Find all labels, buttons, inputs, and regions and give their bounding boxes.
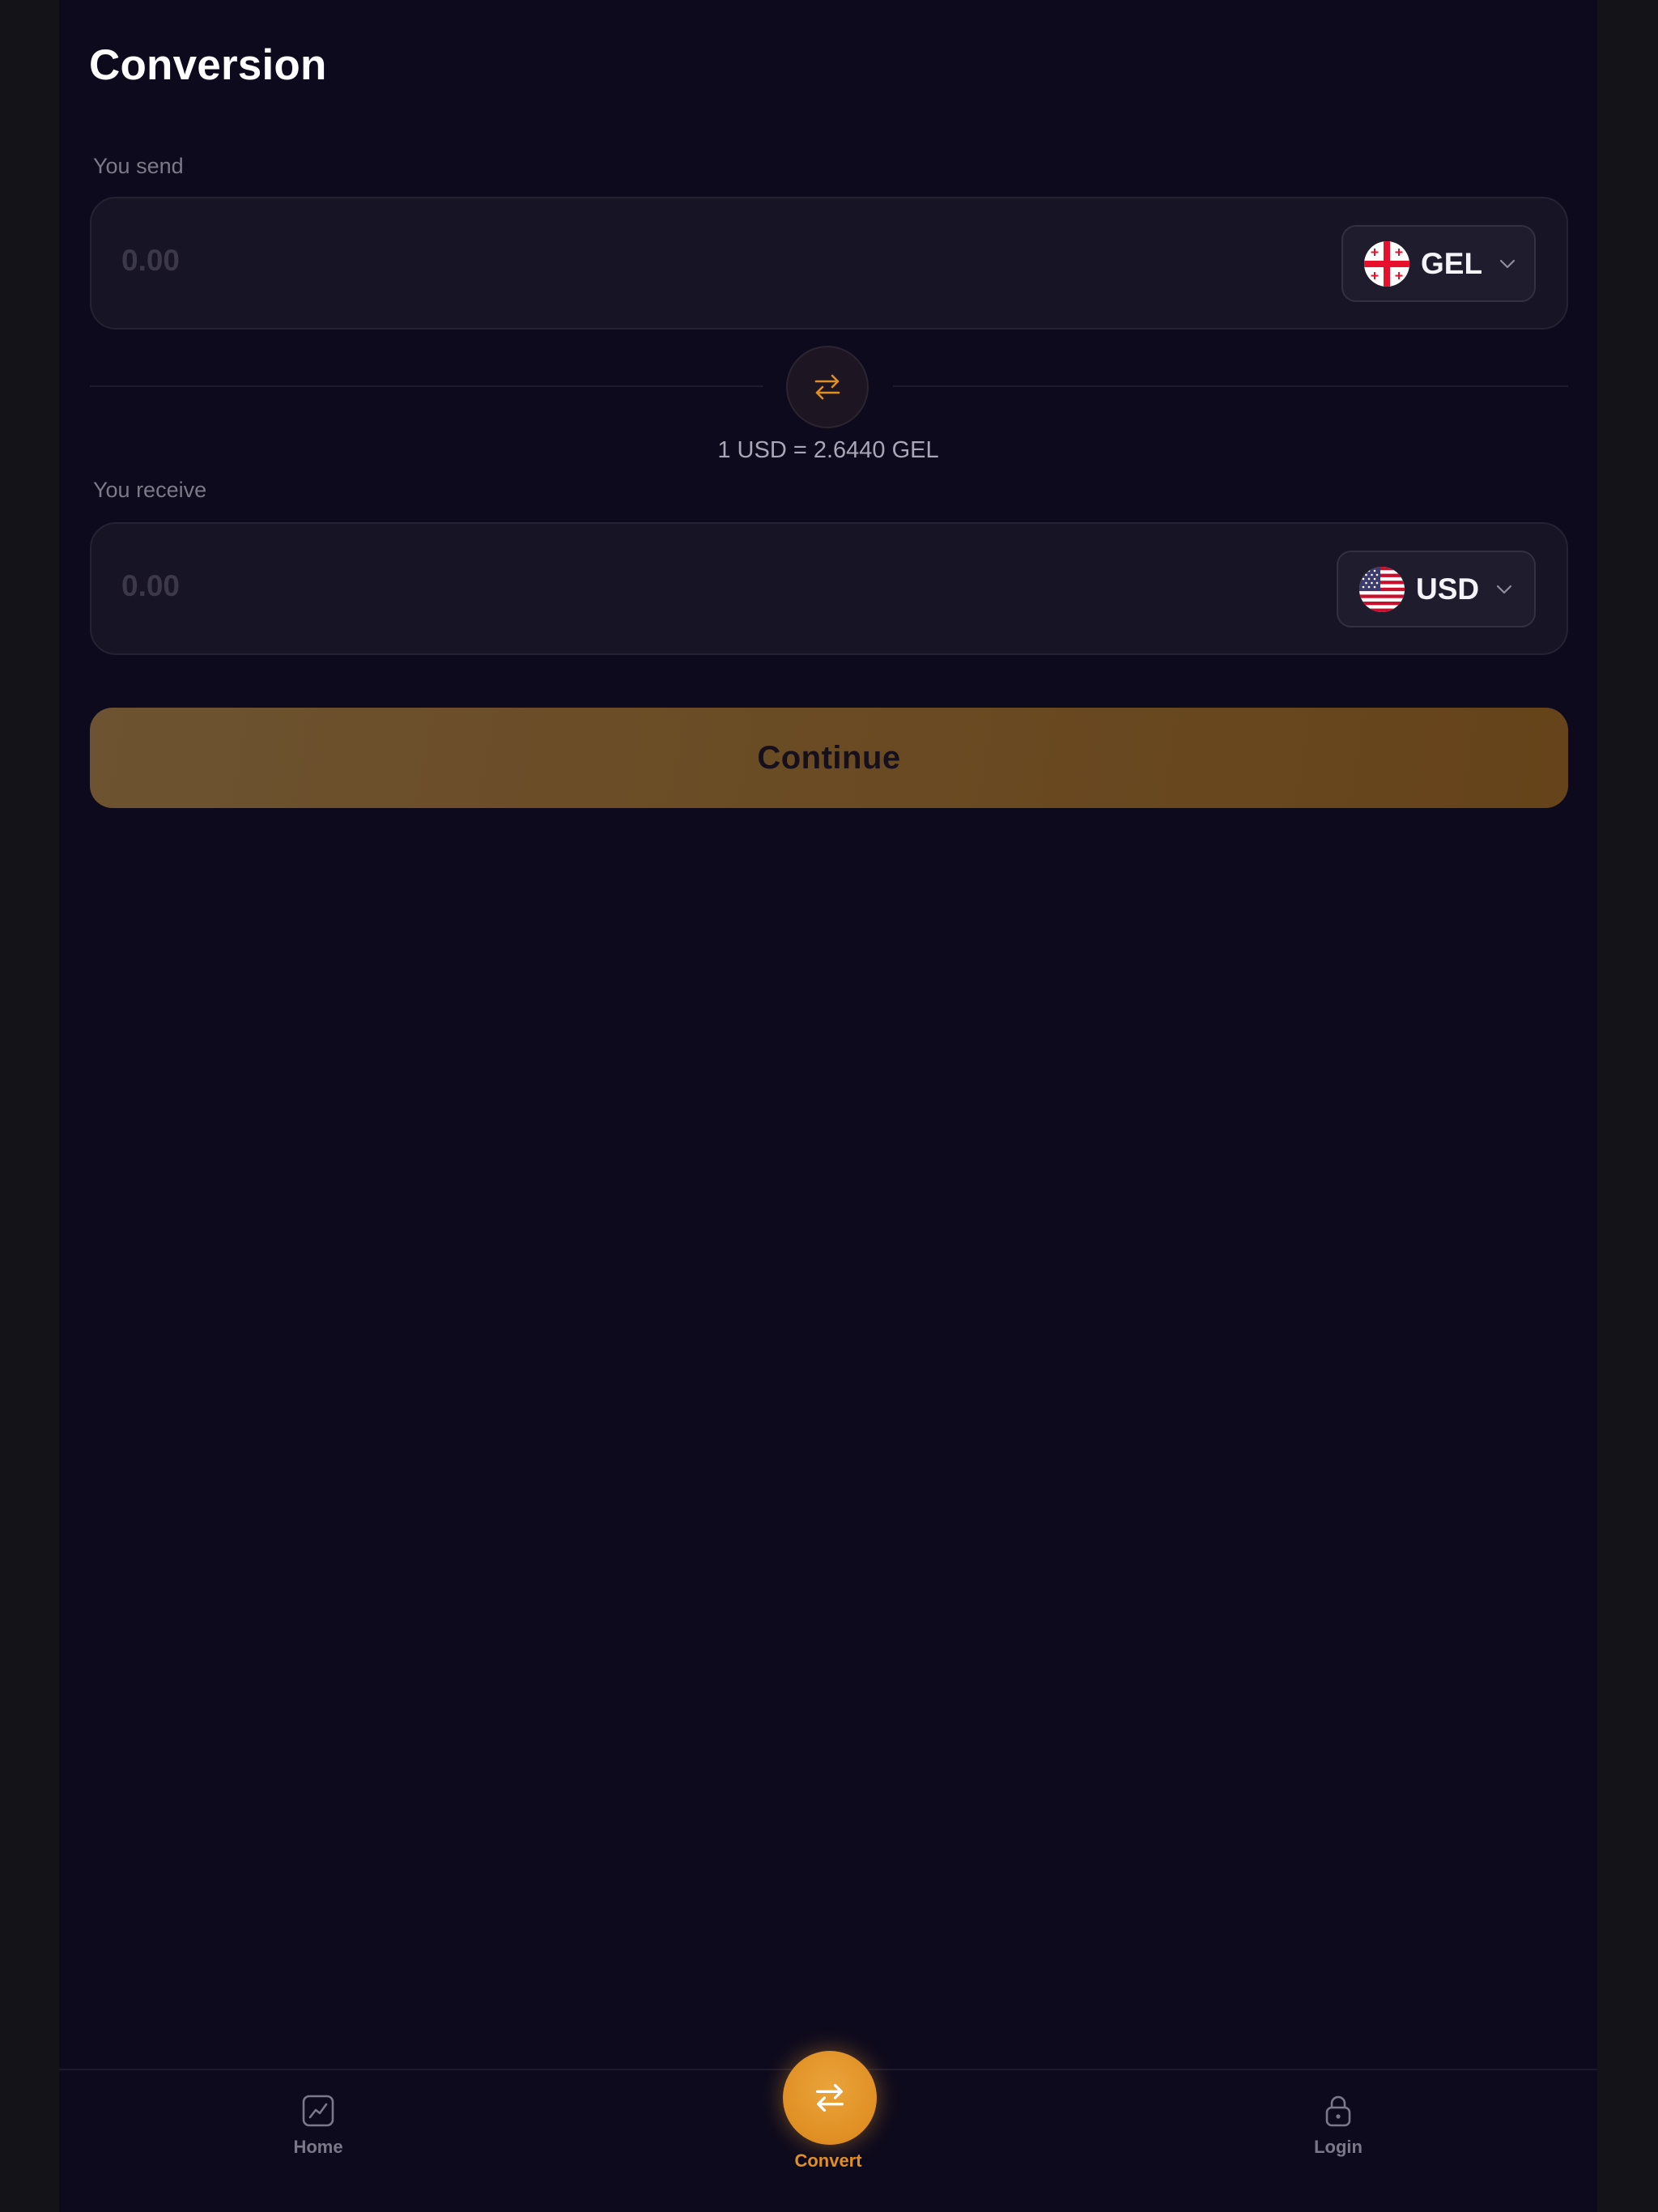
divider-right <box>893 385 1568 387</box>
chevron-down-icon <box>1497 585 1512 593</box>
send-amount-field[interactable]: 0.00 GEL <box>90 197 1568 330</box>
usa-flag-icon <box>1359 566 1405 612</box>
receive-label: You receive <box>93 478 207 502</box>
receive-currency-code: USD <box>1416 572 1480 606</box>
receive-amount-value[interactable]: 0.00 <box>121 569 180 603</box>
send-currency-selector[interactable]: GEL <box>1341 225 1536 302</box>
exchange-rate: 1 USD = 2.6440 GEL <box>717 437 939 463</box>
send-currency-code: GEL <box>1421 246 1483 280</box>
send-label: You send <box>93 154 184 178</box>
nav-home[interactable]: Home <box>268 2093 368 2158</box>
page-title: Conversion <box>89 41 327 89</box>
swap-currencies-button[interactable] <box>786 346 869 428</box>
receive-amount-field[interactable]: 0.00 USD <box>90 522 1568 655</box>
continue-button[interactable]: Continue <box>90 708 1568 808</box>
divider-left <box>90 385 763 387</box>
receive-currency-selector[interactable]: USD <box>1337 551 1536 627</box>
nav-login[interactable]: Login <box>1288 2093 1388 2158</box>
swap-arrows-icon <box>814 374 840 400</box>
swap-arrows-icon <box>815 2083 844 2112</box>
conversion-screen: Conversion You send 0.00 GEL 1 USD = 2.6… <box>59 0 1597 2212</box>
lock-icon <box>1325 2095 1351 2127</box>
nav-convert-button[interactable] <box>783 2051 877 2145</box>
georgia-flag-icon <box>1364 240 1409 287</box>
send-amount-value[interactable]: 0.00 <box>121 244 180 278</box>
chart-icon <box>302 2095 334 2127</box>
nav-convert-label: Convert <box>794 2150 862 2171</box>
chevron-down-icon <box>1499 259 1516 268</box>
